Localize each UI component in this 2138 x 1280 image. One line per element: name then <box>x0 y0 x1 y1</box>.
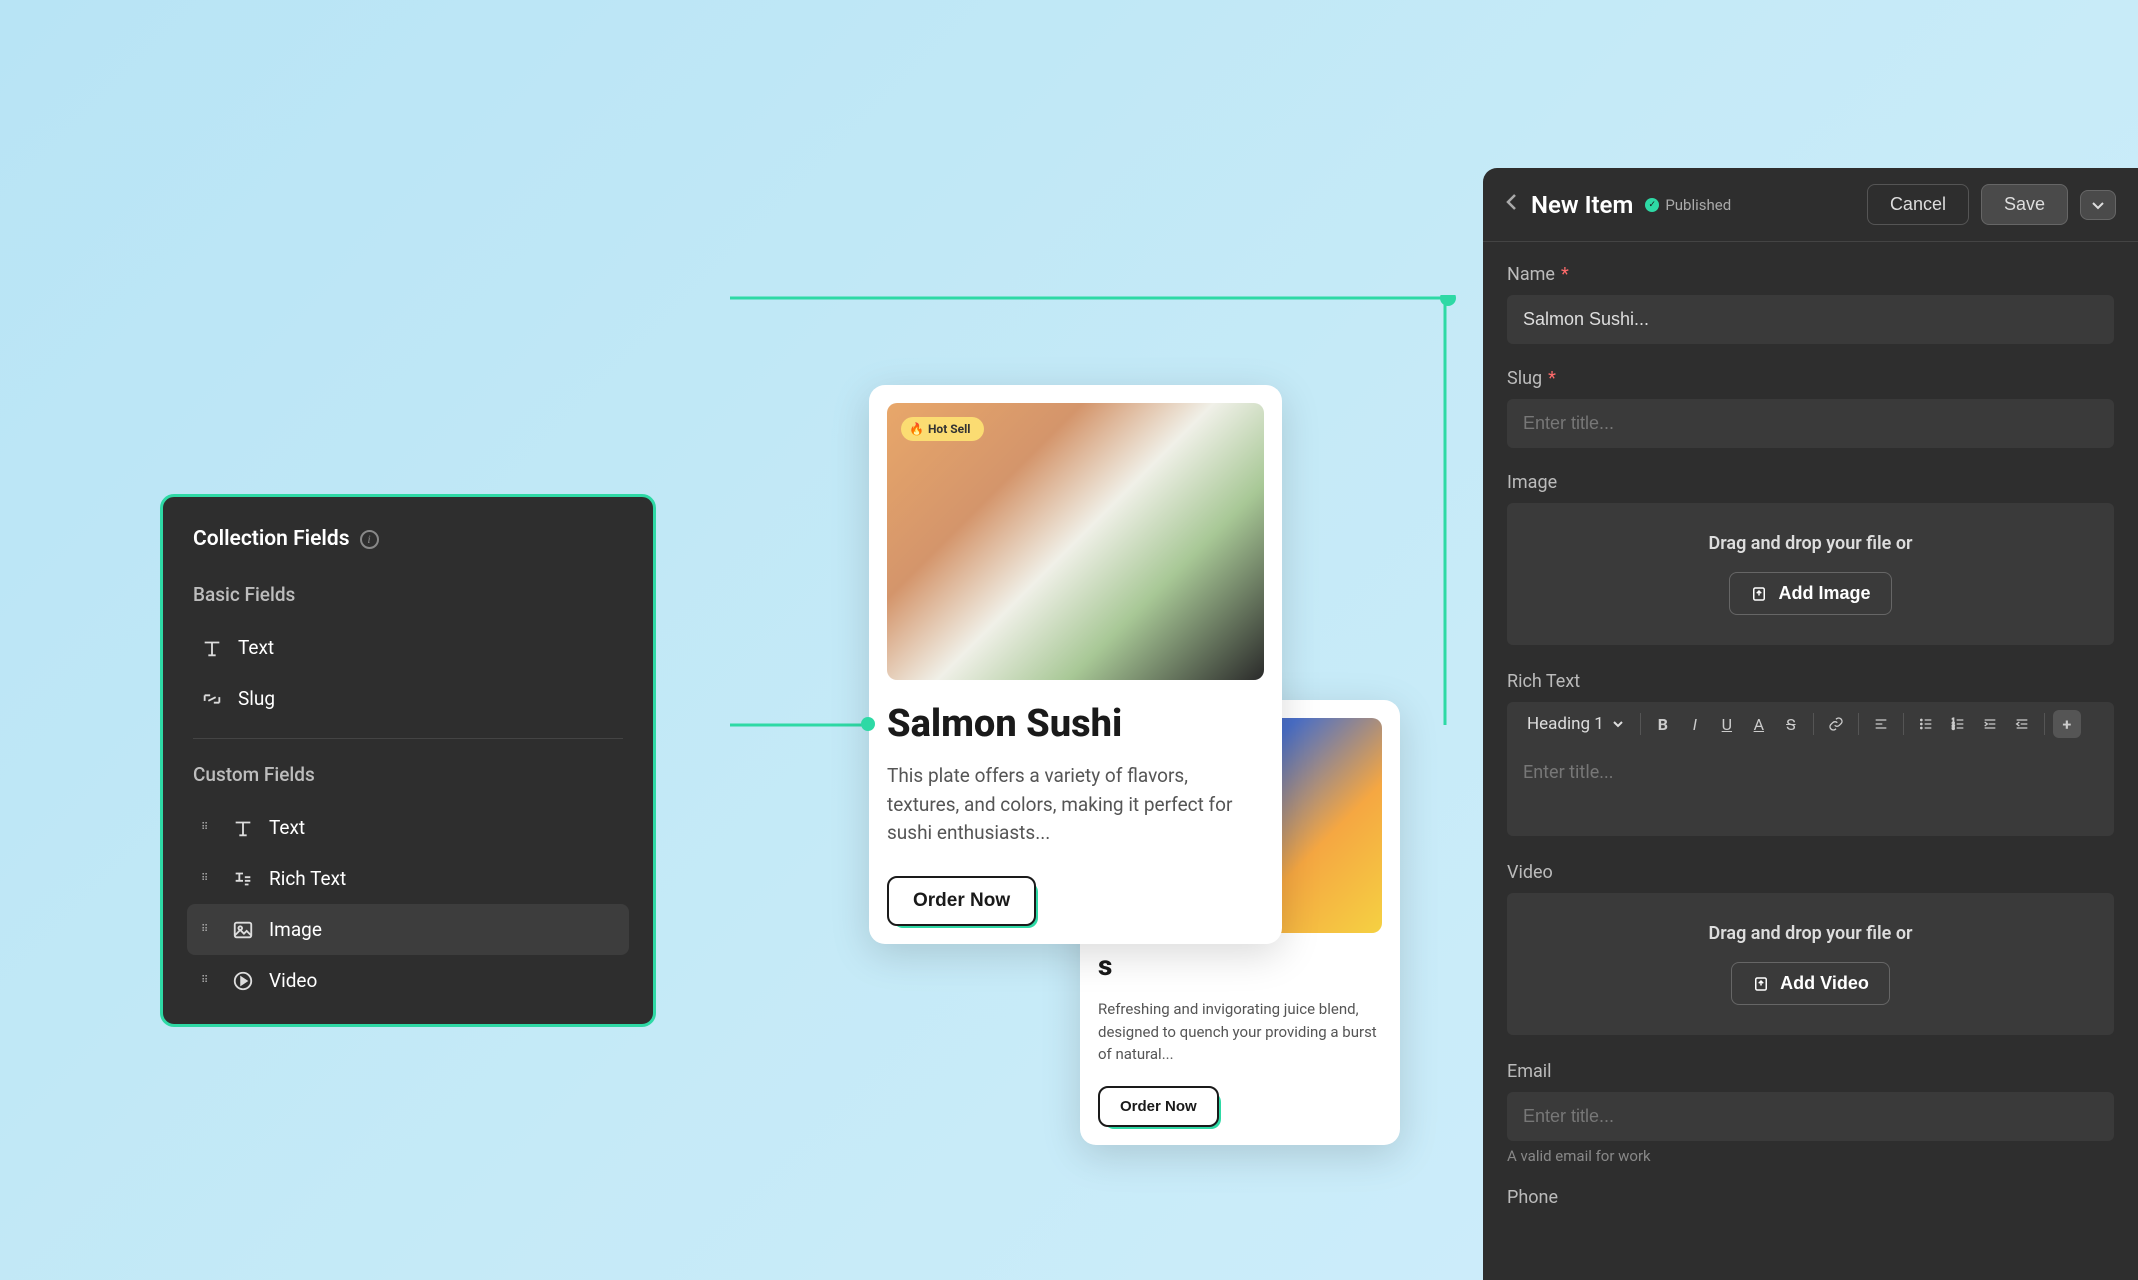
cancel-button[interactable]: Cancel <box>1867 184 1969 225</box>
drag-handle-icon[interactable]: ⠿ <box>201 873 217 884</box>
basic-field-text[interactable]: Text <box>187 622 629 673</box>
drag-handle-icon[interactable]: ⠿ <box>201 924 217 935</box>
numbered-list-icon[interactable]: 123 <box>1944 710 1972 738</box>
product-title: s <box>1098 949 1382 982</box>
required-indicator: * <box>1561 264 1569 285</box>
basic-field-slug[interactable]: Slug <box>187 673 629 724</box>
video-label: Video <box>1507 862 2114 883</box>
product-image: 🔥 Hot Sell <box>887 403 1264 680</box>
dropzone-text: Drag and drop your file or <box>1527 533 2094 554</box>
field-label: Video <box>269 969 317 992</box>
name-input[interactable] <box>1507 295 2114 344</box>
editor-header: New Item ✓ Published Cancel Save <box>1483 168 2138 242</box>
text-icon <box>201 637 223 659</box>
richtext-label: Rich Text <box>1507 671 2114 692</box>
slug-label: Slug* <box>1507 368 2114 389</box>
order-now-button[interactable]: Order Now <box>1098 1086 1219 1127</box>
slug-input[interactable] <box>1507 399 2114 448</box>
align-icon[interactable] <box>1867 710 1895 738</box>
product-description: Refreshing and invigorating juice blend,… <box>1098 998 1382 1066</box>
add-image-button[interactable]: Add Image <box>1729 572 1891 615</box>
status-badge: ✓ Published <box>1645 196 1731 214</box>
required-indicator: * <box>1548 368 1556 389</box>
text-color-icon[interactable]: A <box>1745 710 1773 738</box>
custom-field-video[interactable]: ⠿ Video <box>187 955 629 1006</box>
custom-field-image[interactable]: ⠿ Image <box>187 904 629 955</box>
field-label: Slug <box>238 687 275 710</box>
panel-title: Collection Fields <box>193 527 350 551</box>
basic-fields-heading: Basic Fields <box>187 573 629 622</box>
drag-handle-icon[interactable]: ⠿ <box>201 975 217 986</box>
editor-title: New Item <box>1531 191 1633 219</box>
drag-handle-icon[interactable]: ⠿ <box>201 822 217 833</box>
chevron-down-icon <box>1612 720 1624 728</box>
field-label: Text <box>269 816 305 839</box>
image-dropzone[interactable]: Drag and drop your file or Add Image <box>1507 503 2114 645</box>
editor-panel: New Item ✓ Published Cancel Save Name* S… <box>1483 168 2138 1280</box>
email-input[interactable] <box>1507 1092 2114 1141</box>
save-dropdown-button[interactable] <box>2080 190 2116 220</box>
svg-text:3: 3 <box>1952 725 1955 731</box>
field-label: Text <box>238 636 274 659</box>
field-label: Rich Text <box>269 867 346 890</box>
product-description: This plate offers a variety of flavors, … <box>887 762 1264 848</box>
save-button[interactable]: Save <box>1981 184 2068 225</box>
add-video-button[interactable]: Add Video <box>1731 962 1890 1005</box>
image-icon <box>232 919 254 941</box>
email-label: Email <box>1507 1061 2114 1082</box>
text-icon <box>232 817 254 839</box>
upload-icon <box>1752 975 1770 993</box>
divider <box>193 738 623 739</box>
upload-icon <box>1750 585 1768 603</box>
field-label: Image <box>269 918 322 941</box>
hot-sell-badge: 🔥 Hot Sell <box>901 417 984 441</box>
custom-field-rich-text[interactable]: ⠿ Rich Text <box>187 853 629 904</box>
product-card-main: 🔥 Hot Sell Salmon Sushi This plate offer… <box>869 385 1282 944</box>
chevron-left-icon[interactable] <box>1505 192 1519 217</box>
richtext-input[interactable]: Enter title... <box>1507 746 2114 836</box>
bold-icon[interactable]: B <box>1649 710 1677 738</box>
connection-dot <box>861 717 875 731</box>
bullet-list-icon[interactable] <box>1912 710 1940 738</box>
slug-icon <box>201 688 223 710</box>
link-icon[interactable] <box>1822 710 1850 738</box>
custom-field-text[interactable]: ⠿ Text <box>187 802 629 853</box>
custom-fields-heading: Custom Fields <box>187 753 629 802</box>
name-label: Name* <box>1507 264 2114 285</box>
italic-icon[interactable]: I <box>1681 710 1709 738</box>
strikethrough-icon[interactable]: S <box>1777 710 1805 738</box>
video-dropzone[interactable]: Drag and drop your file or Add Video <box>1507 893 2114 1035</box>
collection-fields-panel: Collection Fields i Basic Fields Text Sl… <box>160 494 656 1027</box>
phone-label: Phone <box>1507 1187 2114 1208</box>
image-label: Image <box>1507 472 2114 493</box>
email-helper: A valid email for work <box>1507 1147 2114 1165</box>
richtext-toolbar: Heading 1 B I U A S 123 <box>1507 702 2114 746</box>
underline-icon[interactable]: U <box>1713 710 1741 738</box>
heading-select[interactable]: Heading 1 <box>1519 710 1632 738</box>
info-icon[interactable]: i <box>360 530 379 549</box>
rich-text-icon <box>232 868 254 890</box>
add-block-icon[interactable]: + <box>2053 710 2081 738</box>
video-icon <box>232 970 254 992</box>
dropzone-text: Drag and drop your file or <box>1527 923 2094 944</box>
indent-icon[interactable] <box>1976 710 2004 738</box>
product-title: Salmon Sushi <box>887 702 1264 746</box>
fire-icon: 🔥 <box>909 422 924 436</box>
outdent-icon[interactable] <box>2008 710 2036 738</box>
check-icon: ✓ <box>1645 198 1659 212</box>
order-now-button[interactable]: Order Now <box>887 876 1036 926</box>
